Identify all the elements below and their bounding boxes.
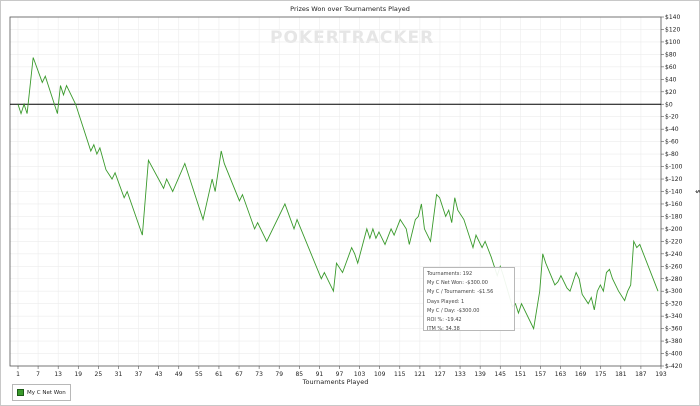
x-tick-label: 181: [615, 371, 627, 378]
x-tick-label: 115: [394, 371, 406, 378]
x-tick-label: 103: [354, 371, 366, 378]
y-tick-label: $-280: [665, 276, 683, 283]
x-tick-label: 43: [155, 371, 163, 378]
x-tick-label: 97: [336, 371, 344, 378]
y-tick-label: $-340: [665, 313, 683, 320]
x-tick-label: 139: [474, 371, 486, 378]
y-tick-label: $-40: [665, 126, 679, 133]
x-tick-label: 133: [454, 371, 466, 378]
y-tick-label: $0: [665, 101, 673, 108]
x-tick-label: 121: [414, 371, 426, 378]
series-line-my-c-net-won: [17, 57, 659, 331]
y-tick-label: $140: [665, 14, 680, 21]
x-tick-label: 175: [595, 371, 607, 378]
y-tick-label: $-400: [665, 351, 683, 358]
y-tick-label: $-20: [665, 114, 679, 121]
y-tick-label: $-220: [665, 238, 683, 245]
y-tick-label: $-60: [665, 139, 679, 146]
x-tick-label: 163: [555, 371, 567, 378]
x-tick-label: 91: [316, 371, 324, 378]
x-tick-label: 13: [54, 371, 62, 378]
x-tick-label: 151: [515, 371, 527, 378]
tooltip-line: ITM %: 34.38: [427, 326, 460, 333]
y-tick-label: $20: [665, 89, 677, 96]
y-tick-label: $-80: [665, 151, 679, 158]
y-tick-label: $-360: [665, 326, 683, 333]
x-tick-label: 79: [275, 371, 283, 378]
tooltip-line: My C / Day: -$300.00: [427, 307, 480, 314]
x-tick-label: 7: [36, 371, 40, 378]
y-tick-label: $-260: [665, 263, 683, 270]
legend-swatch: [17, 389, 24, 396]
y-tick-label: $-320: [665, 301, 683, 308]
x-tick-label: 31: [115, 371, 123, 378]
x-tick-label: 127: [434, 371, 446, 378]
x-tick-label: 49: [175, 371, 183, 378]
x-tick-label: 73: [255, 371, 263, 378]
y-tick-label: $80: [665, 51, 677, 58]
tooltip-line: ROI %: -19.42: [427, 317, 462, 324]
y-tick-label: $-300: [665, 288, 683, 295]
x-tick-label: 1: [16, 371, 20, 378]
legend-label: My C Net Won: [27, 389, 66, 396]
y-tick-label: $100: [665, 39, 680, 46]
y-tick-label: $60: [665, 64, 677, 71]
x-tick-label: 85: [295, 371, 303, 378]
x-tick-label: 25: [95, 371, 103, 378]
chart-canvas: $140 $120 $100 $80 $60 $40 $20 $0 $-20 $-40 $-60 $-…: [9, 5, 700, 386]
y-tick-label: $-180: [665, 213, 683, 220]
x-tick-label: 109: [374, 371, 386, 378]
y-tick-label: $-240: [665, 251, 683, 258]
x-tick-label: 193: [655, 371, 667, 378]
y-tick-label: $-160: [665, 201, 683, 208]
y-tick-label: $40: [665, 76, 677, 83]
y-tick-label: $-100: [665, 164, 683, 171]
x-tick-label: 169: [575, 371, 587, 378]
x-tick-label: 145: [495, 371, 507, 378]
x-tick-label: 55: [195, 371, 203, 378]
tooltip-line: Tournaments: 192: [427, 271, 473, 277]
x-axis-ticks: 1 7 13 19 25 31 37 43 49 55 61 67 73 79 85 91 97 103 109 11…: [16, 366, 667, 378]
y-axis-title: $: [694, 189, 700, 193]
y-tick-label: $120: [665, 26, 680, 33]
x-tick-label: 37: [135, 371, 143, 378]
tooltip-line: My C / Tournament: -$1.56: [427, 289, 494, 296]
y-tick-label: $-120: [665, 176, 683, 183]
y-axis-ticks: $140 $120 $100 $80 $60 $40 $20 $0 $-20 $-40 $-60 $-…: [661, 14, 683, 370]
tooltip-box: Tournaments: 192 My C Net Won: -$300.00 My…: [423, 267, 515, 333]
x-tick-label: 19: [74, 371, 82, 378]
y-tick-label: $-140: [665, 189, 683, 196]
x-tick-label: 67: [235, 371, 243, 378]
legend[interactable]: My C Net Won: [12, 384, 71, 401]
chart-title: Prizes Won over Tournaments Played: [290, 5, 410, 13]
x-tick-label: 157: [535, 371, 547, 378]
x-axis-title: Tournaments Played: [302, 378, 369, 386]
x-tick-label: 61: [215, 371, 223, 378]
tooltip-line: Days Played: 1: [427, 298, 465, 305]
y-tick-label: $-200: [665, 226, 683, 233]
gridlines: [10, 16, 662, 367]
y-tick-label: $-380: [665, 338, 683, 345]
tooltip-line: My C Net Won: -$300.00: [427, 280, 488, 287]
x-tick-label: 187: [635, 371, 647, 378]
y-tick-label: $-420: [665, 363, 683, 370]
